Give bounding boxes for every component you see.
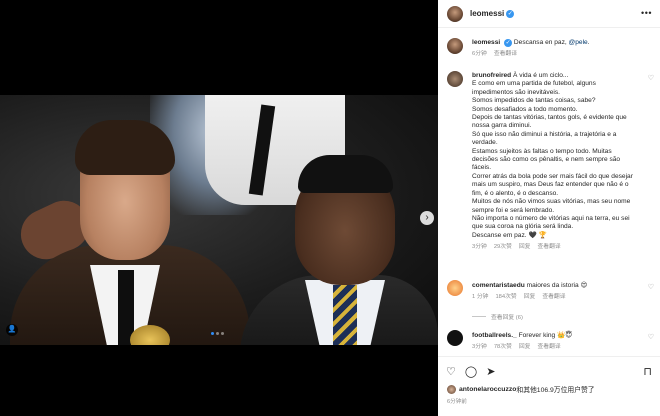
comment-reply-button[interactable]: 回复 <box>524 293 536 301</box>
comment-meta: 1 分钟 184次赞 回复 查看翻译 <box>472 293 648 301</box>
replies-divider <box>472 316 486 317</box>
bookmark-icon[interactable]: ⊓ <box>643 365 652 378</box>
caption-avatar[interactable] <box>447 38 463 54</box>
comment-line: sempre foi e será lembrado. <box>472 206 555 214</box>
post-time: 6分钟前 <box>447 399 467 405</box>
comment-likes[interactable]: 184次赞 <box>495 293 516 301</box>
post-side-panel: leomessi ✓ ••• leomessi ✓ Descansa en pa… <box>438 0 660 416</box>
author-username[interactable]: leomessi <box>470 9 504 18</box>
comment-line: verdade. <box>472 139 498 147</box>
comment-reply-button[interactable]: 回复 <box>519 343 531 351</box>
app-window: › 👤 leomessi ✓ ••• leomessi ✓ Descansa e… <box>0 0 660 416</box>
comment-translate-link[interactable]: 查看翻译 <box>537 343 560 351</box>
commenter-avatar[interactable] <box>447 330 463 346</box>
liker-username[interactable]: antonelaroccuzzo <box>459 386 516 393</box>
action-icons: ♡ ◯ ➤ <box>446 365 495 378</box>
comment-likes[interactable]: 29次赞 <box>494 243 512 251</box>
caption-body: leomessi ✓ Descansa en paz, @pele. 6分钟 查… <box>472 39 648 59</box>
carousel-dot <box>221 332 224 335</box>
comment-line: Não importa o número de vitórias aqui na… <box>472 214 630 222</box>
commenter-avatar[interactable] <box>447 71 463 87</box>
comment-likes[interactable]: 78次赞 <box>494 343 512 351</box>
user-tag-icon[interactable]: 👤 <box>6 324 18 336</box>
chevron-right-icon[interactable]: › <box>420 211 434 225</box>
comment-time: 1 分钟 <box>472 294 489 301</box>
comment-line: mais um suspiro, mas Deus faz entender q… <box>472 181 629 189</box>
photo-right-person-tie <box>333 285 357 345</box>
comment-meta: 3分钟 78次赞 回复 查看翻译 <box>472 343 648 351</box>
comment-line: que sua coroa na glória será linda. <box>472 223 574 231</box>
view-replies-label[interactable]: 查看回复 (6) <box>491 312 523 321</box>
caption-username[interactable]: leomessi <box>472 39 500 46</box>
verified-badge-icon: ✓ <box>506 9 515 18</box>
comment-reply-button[interactable]: 回复 <box>519 243 531 251</box>
share-icon[interactable]: ➤ <box>486 365 495 378</box>
comment-line: Descanse em paz. 🖤 🏆 <box>472 231 547 239</box>
comment-line: Depois de tantas vitórias, tantos gols, … <box>472 114 627 122</box>
comment-body: comentaristaedu maiores da istoria 😍 1 分… <box>472 282 648 302</box>
liker-avatar <box>447 384 456 394</box>
comment-like-heart-icon[interactable]: ♡ <box>648 74 654 82</box>
comment-line: fim, é o alento, é o descanso. <box>472 189 559 197</box>
comment-line: Correr atrás da bola pode ser mais fácil… <box>472 172 633 180</box>
comment-time: 3分钟 <box>472 344 487 351</box>
commenter-username[interactable]: footballreels._ <box>472 332 517 339</box>
comment-line: Muitos de nós não vimos suas vitórias, m… <box>472 198 631 206</box>
carousel-dot-active <box>211 332 214 335</box>
comments-list[interactable]: leomessi ✓ Descansa en paz, @pele. 6分钟 查… <box>438 29 660 355</box>
comment-line: Só que isso não diminui a história, a tr… <box>472 130 617 138</box>
post-actions-bar: ♡ ◯ ➤ ⊓ antonelaroccuzzo 和其他106.9万位用户赞了 … <box>438 356 660 416</box>
comment-line: fáceis. <box>472 164 492 172</box>
verified-badge-icon: ✓ <box>504 39 513 47</box>
post-header: leomessi ✓ ••• <box>438 0 660 28</box>
caption-text-end: . <box>587 39 590 46</box>
view-replies-button[interactable]: 查看回复 (6) <box>472 312 523 321</box>
comment-line: E como em uma partida de futebol, alguns <box>472 80 596 88</box>
photo-right-person-hair <box>298 155 393 193</box>
caption-time: 6分钟 <box>472 51 487 58</box>
comment-translate-link[interactable]: 查看翻译 <box>542 293 565 301</box>
caption-translate-link[interactable]: 查看翻译 <box>494 50 517 58</box>
commenter-username[interactable]: comentaristaedu <box>472 282 525 289</box>
comment-time: 3分钟 <box>472 244 487 251</box>
comment-line: decisões são como os pênaltis, e nem sem… <box>472 156 621 164</box>
carousel-dots <box>211 332 224 335</box>
caption-meta: 6分钟 查看翻译 <box>472 50 648 58</box>
comment-text: maiores da istoria 😍 <box>526 282 588 289</box>
comment-meta: 3分钟 29次赞 回复 查看翻译 <box>472 243 648 251</box>
comment-line: À vida é um ciclo... <box>513 72 569 79</box>
comment-translate-link[interactable]: 查看翻译 <box>537 243 560 251</box>
photo-left-person-hair <box>75 120 175 175</box>
likes-summary-text[interactable]: 和其他106.9万位用户赞了 <box>516 384 594 394</box>
comment-line: impedimentos são inevitáveis. <box>472 88 560 96</box>
comment-line: Estamos sujeitos às faltas o tempo todo.… <box>472 147 612 155</box>
comment-line: Somos desafiados a todo momento. <box>472 105 578 113</box>
more-horizontal-icon[interactable]: ••• <box>641 8 652 18</box>
author-avatar[interactable] <box>447 5 463 22</box>
post-media-panel: › 👤 <box>0 0 438 416</box>
carousel-dot <box>216 332 219 335</box>
commenter-avatar[interactable] <box>447 280 463 296</box>
comment-line: nossa garra diminui. <box>472 122 532 130</box>
comment-body: brunofreired À vida é um ciclo... E como… <box>472 72 648 252</box>
post-photo[interactable] <box>0 95 438 345</box>
heart-icon[interactable]: ♡ <box>446 365 456 378</box>
comment-like-heart-icon[interactable]: ♡ <box>648 283 654 291</box>
caption-text: Descansa en paz, <box>513 39 569 46</box>
comment-icon[interactable]: ◯ <box>465 365 477 378</box>
comment-like-heart-icon[interactable]: ♡ <box>648 333 654 341</box>
mention-link[interactable]: @pele <box>569 39 588 46</box>
comment-text: Forever king 👑😇 <box>518 332 573 339</box>
comment-body: footballreels._ Forever king 👑😇 3分钟 78次赞… <box>472 332 648 352</box>
commenter-username[interactable]: brunofreired <box>472 72 511 79</box>
comment-line: Somos impedidos de tantas coisas, sabe? <box>472 97 596 105</box>
likes-summary[interactable]: antonelaroccuzzo 和其他106.9万位用户赞了 <box>447 384 595 394</box>
